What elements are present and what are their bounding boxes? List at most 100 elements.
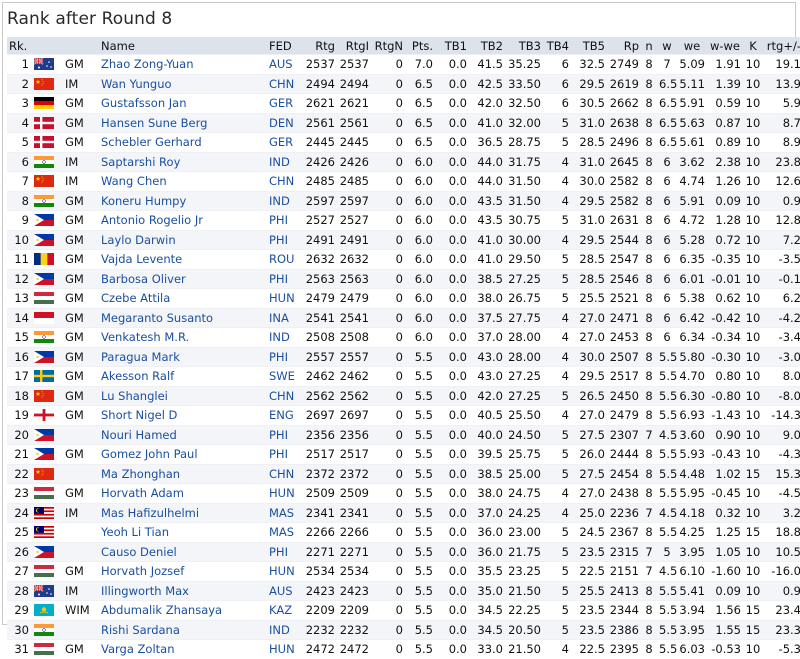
player-name-link[interactable]: Antonio Rogelio Jr <box>99 210 267 230</box>
tb5-cell: 22.5 <box>571 561 607 581</box>
score-diff-cell: 1.05 <box>707 541 743 562</box>
player-name-link[interactable]: Vajda Levente <box>99 249 267 269</box>
column-header[interactable]: TB5 <box>571 37 607 55</box>
column-header[interactable]: Rp <box>607 37 641 55</box>
player-name-link[interactable]: Megaranto Susanto <box>99 307 267 328</box>
player-name-link[interactable]: Gustafsson Jan <box>99 93 267 113</box>
games-cell: 8 <box>641 93 657 113</box>
points-cell: 5.5 <box>405 502 435 523</box>
rating-change-cell: 23.8 <box>763 151 800 172</box>
table-row: 4 GM Hansen Sune Berg DEN 2561 2561 0 6.5 0.0 41.… <box>7 112 800 133</box>
tb1-cell: 0.0 <box>435 112 469 133</box>
column-header[interactable]: rtg+/- <box>763 37 800 55</box>
player-name-link[interactable]: Schebler Gerhard <box>99 132 267 152</box>
player-name-link[interactable]: Nouri Hamed <box>99 424 267 445</box>
player-name-link[interactable]: Zhao Zong-Yuan <box>99 54 267 74</box>
games-cell: 8 <box>641 132 657 152</box>
player-name-link[interactable]: Horvath Adam <box>99 483 267 503</box>
player-name-link[interactable]: Venkatesh M.R. <box>99 327 267 347</box>
column-header[interactable]: w-we <box>707 37 743 55</box>
score-diff-cell: 0.59 <box>707 93 743 113</box>
player-name-link[interactable]: Rishi Sardana <box>99 619 267 640</box>
column-header[interactable]: we <box>677 37 707 55</box>
flag-ind-icon <box>31 619 63 640</box>
column-header[interactable]: Rk. <box>7 37 31 55</box>
player-name-link[interactable]: Hansen Sune Berg <box>99 112 267 133</box>
tb3-cell: 32.50 <box>505 93 543 113</box>
column-header[interactable]: TB2 <box>469 37 505 55</box>
player-name-link[interactable]: Paragua Mark <box>99 346 267 367</box>
column-header[interactable]: RtgI <box>337 37 371 55</box>
player-name-link[interactable]: Short Nigel D <box>99 405 267 425</box>
tb1-cell: 0.0 <box>435 229 469 250</box>
points-cell: 5.5 <box>405 541 435 562</box>
points-cell: 5.5 <box>405 405 435 425</box>
points-cell: 5.5 <box>405 580 435 601</box>
games-cell: 8 <box>641 249 657 269</box>
player-name-link[interactable]: Causo Deniel <box>99 541 267 562</box>
tb3-cell: 27.25 <box>505 268 543 289</box>
games-cell: 8 <box>641 73 657 94</box>
expected-score-cell: 5.11 <box>677 73 707 94</box>
player-name-link[interactable]: Illingworth Max <box>99 580 267 601</box>
rating-intl-cell: 2479 <box>337 288 371 308</box>
player-name-link[interactable]: Mas Hafizulhelmi <box>99 502 267 523</box>
rank-cell: 27 <box>7 561 31 581</box>
column-header[interactable] <box>63 37 99 55</box>
tb2-cell: 35.0 <box>469 580 505 601</box>
title-cell: GM <box>63 210 99 230</box>
rating-cell: 2541 <box>303 307 337 328</box>
tb1-cell: 0.0 <box>435 444 469 464</box>
column-header[interactable]: FED <box>267 37 303 55</box>
rating-natl-cell: 0 <box>371 171 405 191</box>
column-header[interactable] <box>31 37 63 55</box>
player-name-link[interactable]: Barbosa Oliver <box>99 268 267 289</box>
score-cell: 5.5 <box>657 444 677 464</box>
column-header[interactable]: Pts. <box>405 37 435 55</box>
tb3-cell: 21.50 <box>505 580 543 601</box>
column-header[interactable]: w <box>657 37 677 55</box>
tb2-cell: 43.0 <box>469 346 505 367</box>
player-name-link[interactable]: Gomez John Paul <box>99 444 267 464</box>
tb3-cell: 26.75 <box>505 288 543 308</box>
tb2-cell: 43.5 <box>469 190 505 211</box>
tb4-cell: 5 <box>543 561 571 581</box>
column-header[interactable]: RtgN <box>371 37 405 55</box>
player-name-link[interactable]: Varga Zoltan <box>99 639 267 659</box>
column-header[interactable]: TB3 <box>505 37 543 55</box>
column-header[interactable]: n <box>641 37 657 55</box>
rating-intl-cell: 2485 <box>337 171 371 191</box>
player-name-link[interactable]: Wang Chen <box>99 171 267 191</box>
column-header[interactable]: Rtg <box>303 37 337 55</box>
score-cell: 5.5 <box>657 580 677 601</box>
player-name-link[interactable]: Horvath Jozsef <box>99 561 267 581</box>
tb4-cell: 6 <box>543 73 571 94</box>
player-name-link[interactable]: Yeoh Li Tian <box>99 522 267 542</box>
column-header[interactable]: K <box>743 37 763 55</box>
rating-cell: 2479 <box>303 288 337 308</box>
player-name-link[interactable]: Abdumalik Zhansaya <box>99 600 267 620</box>
expected-score-cell: 6.03 <box>677 639 707 659</box>
player-name-link[interactable]: Saptarshi Roy <box>99 151 267 172</box>
player-name-link[interactable]: Koneru Humpy <box>99 190 267 211</box>
player-name-link[interactable]: Czebe Attila <box>99 288 267 308</box>
column-header[interactable]: Name <box>99 37 267 55</box>
tb2-cell: 37.5 <box>469 307 505 328</box>
column-header[interactable]: TB1 <box>435 37 469 55</box>
column-header[interactable]: TB4 <box>543 37 571 55</box>
player-name-link[interactable]: Laylo Darwin <box>99 229 267 250</box>
performance-cell: 2638 <box>607 112 641 133</box>
player-name-link[interactable]: Wan Yunguo <box>99 73 267 94</box>
player-name-link[interactable]: Lu Shanglei <box>99 385 267 406</box>
rating-change-cell: -4.5 <box>763 483 800 503</box>
player-name-link[interactable]: Ma Zhonghan <box>99 463 267 484</box>
rating-cell: 2271 <box>303 541 337 562</box>
games-cell: 8 <box>641 288 657 308</box>
player-name-link[interactable]: Akesson Ralf <box>99 366 267 386</box>
table-row: 11 GM Vajda Levente ROU 2632 2632 0 6.0 0.0 41.0 2… <box>7 249 800 269</box>
expected-score-cell: 4.25 <box>677 522 707 542</box>
performance-cell: 2496 <box>607 132 641 152</box>
expected-score-cell: 5.93 <box>677 444 707 464</box>
table-row: 5 GM Schebler Gerhard GER 2445 2445 0 6.5 0.0 36.… <box>7 132 800 152</box>
tb4-cell: 5 <box>543 541 571 562</box>
